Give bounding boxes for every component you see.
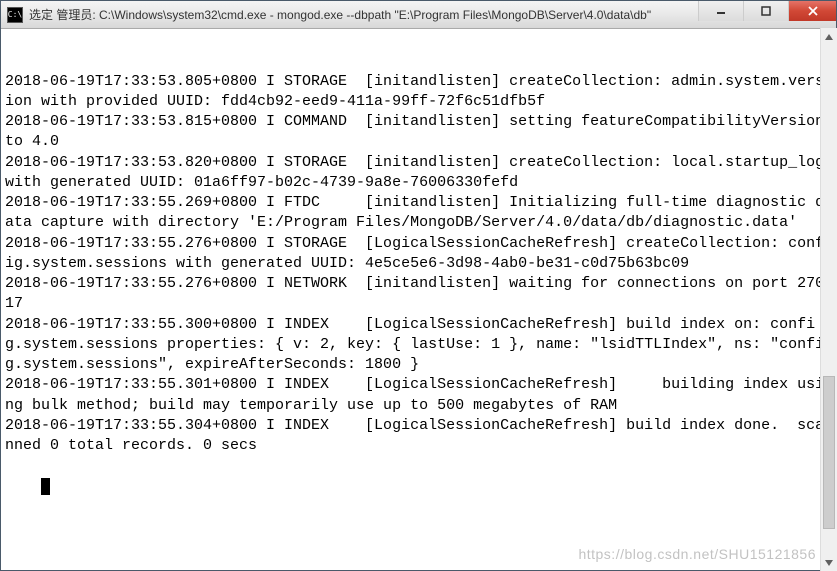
minimize-icon bbox=[716, 6, 726, 16]
maximize-icon bbox=[761, 6, 771, 16]
text-cursor bbox=[41, 478, 50, 495]
window-controls bbox=[698, 1, 836, 28]
console-output[interactable]: 2018-06-19T17:33:53.805+0800 I STORAGE [… bbox=[1, 29, 836, 570]
close-button[interactable] bbox=[788, 1, 836, 21]
titlebar[interactable]: C:\ 选定 管理员: C:\Windows\system32\cmd.exe … bbox=[1, 1, 836, 29]
terminal-window: C:\ 选定 管理员: C:\Windows\system32\cmd.exe … bbox=[0, 0, 837, 571]
minimize-button[interactable] bbox=[698, 1, 743, 21]
scrollbar-thumb[interactable] bbox=[823, 376, 835, 529]
scrollbar-track[interactable] bbox=[821, 45, 837, 554]
chevron-down-icon bbox=[825, 560, 833, 566]
chevron-up-icon bbox=[825, 34, 833, 40]
window-title: 选定 管理员: C:\Windows\system32\cmd.exe - mo… bbox=[29, 6, 698, 23]
scroll-up-button[interactable] bbox=[821, 28, 837, 45]
vertical-scrollbar[interactable] bbox=[820, 28, 837, 571]
watermark-text: https://blog.csdn.net/SHU15121856 bbox=[578, 545, 816, 564]
maximize-button[interactable] bbox=[743, 1, 788, 21]
cmd-icon: C:\ bbox=[7, 7, 23, 23]
scroll-down-button[interactable] bbox=[821, 554, 837, 571]
close-icon bbox=[808, 6, 818, 16]
